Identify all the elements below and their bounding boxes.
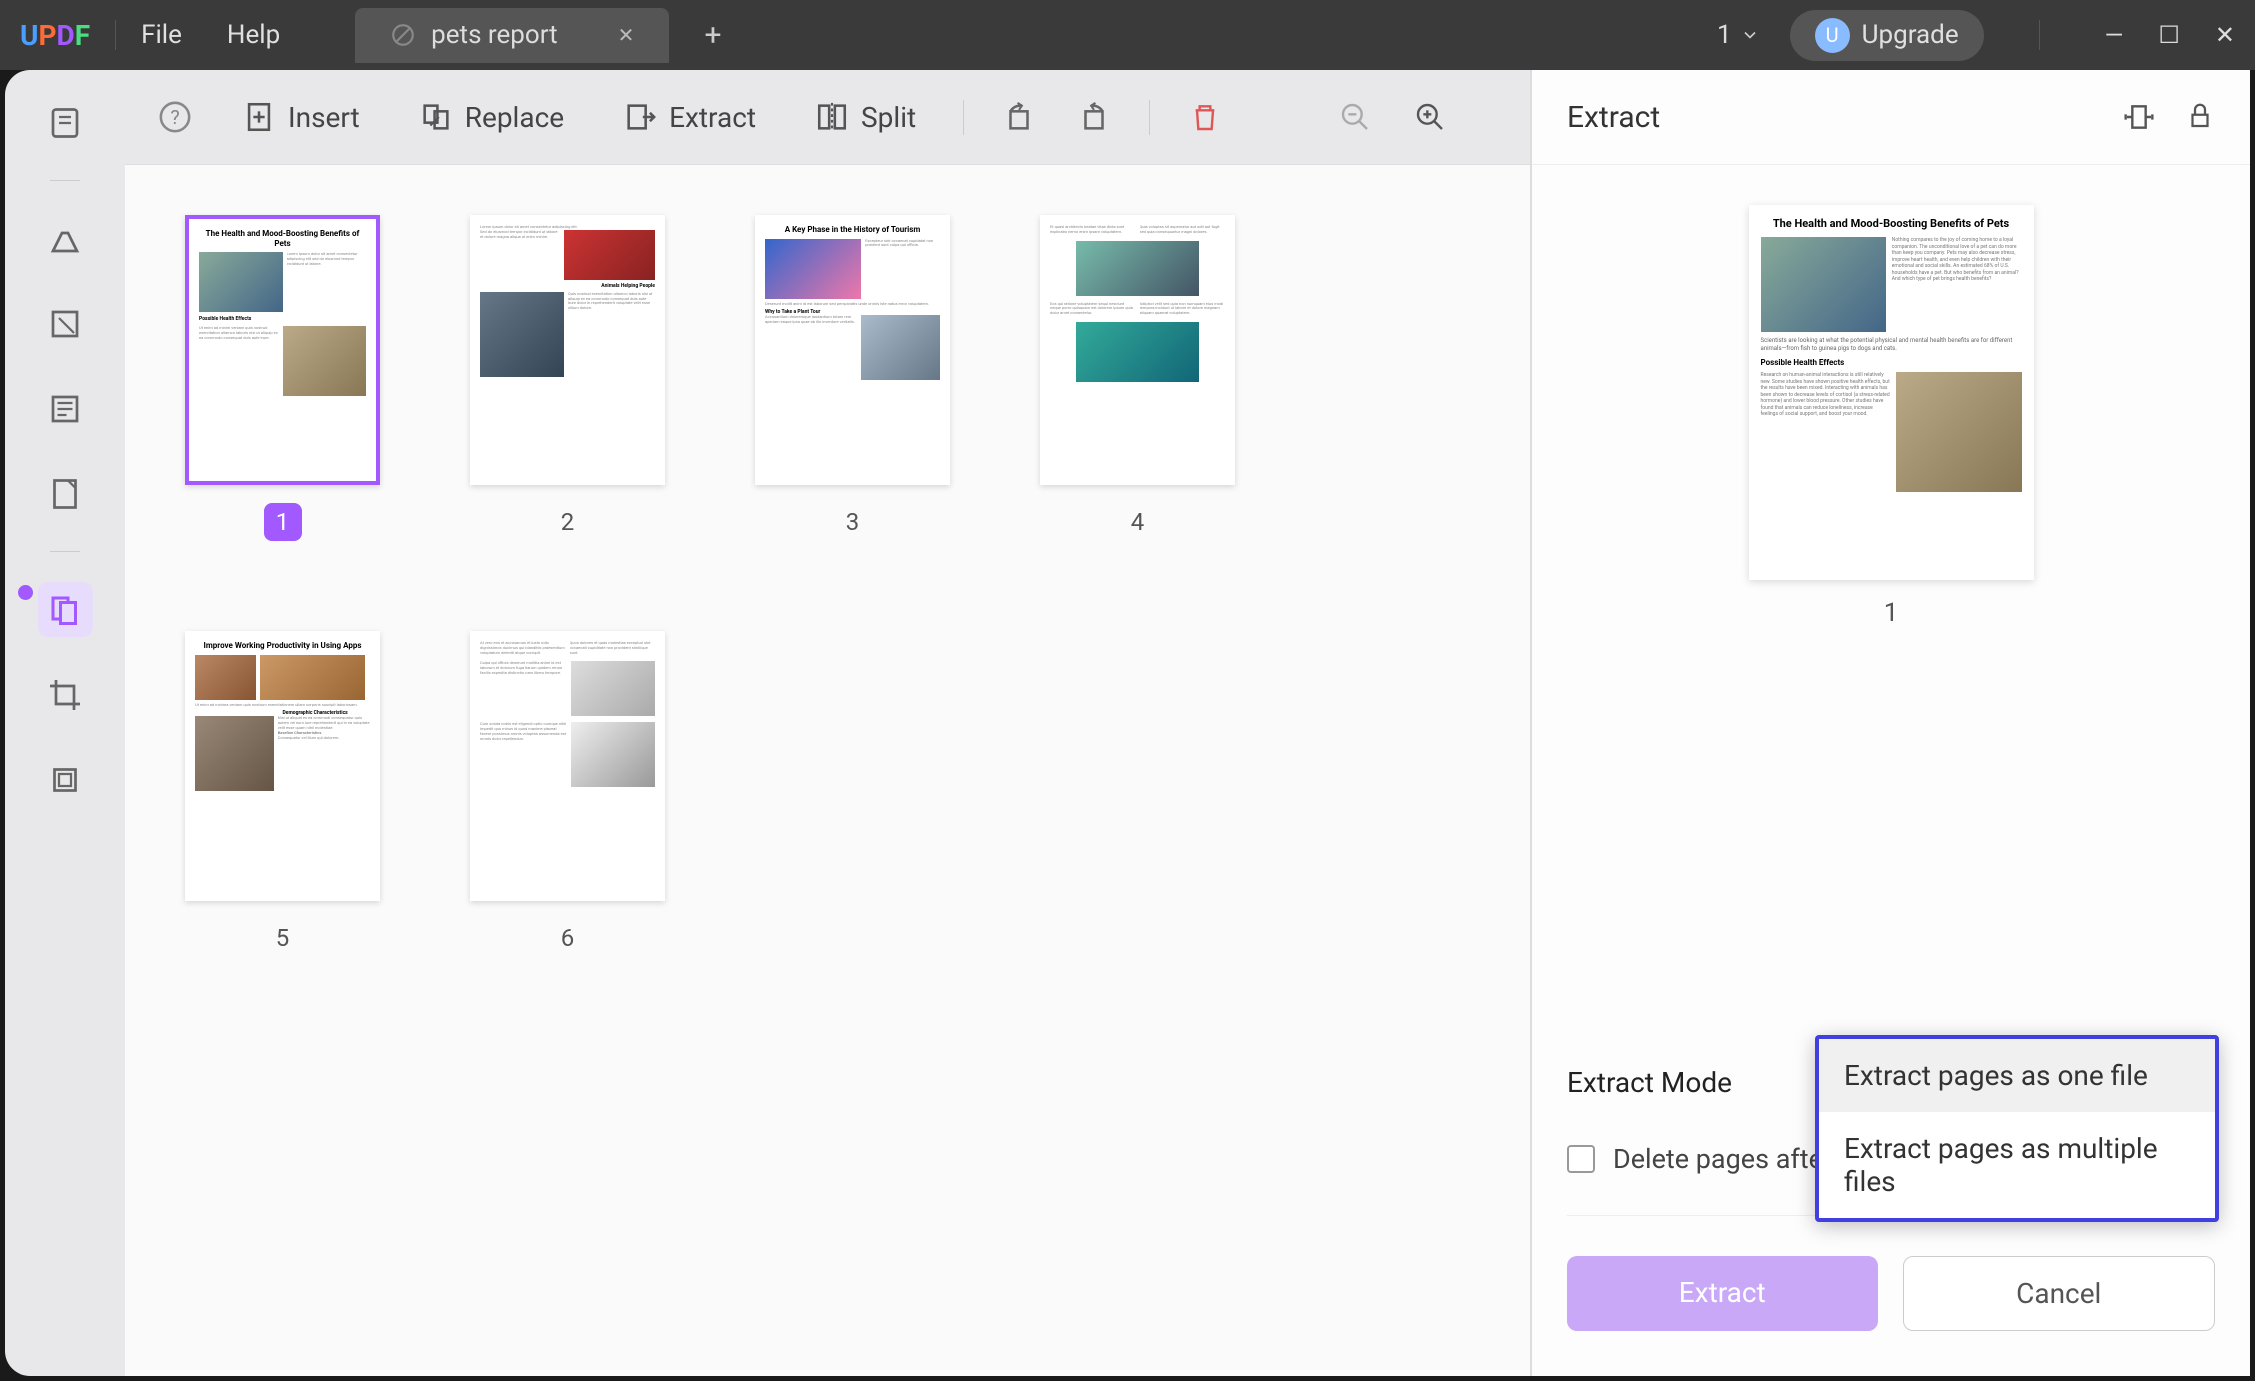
zoom-out-icon[interactable] (1335, 97, 1375, 137)
extract-label: Extract (669, 101, 756, 134)
rotate-left-icon[interactable] (999, 97, 1039, 137)
extract-mode-menu: Extract pages as one file Extract pages … (1815, 1035, 2219, 1222)
option-one-file[interactable]: Extract pages as one file (1819, 1039, 2215, 1112)
page-count-value: 1 (1717, 20, 1732, 50)
preview-page-num: 1 (1884, 598, 1899, 628)
page-count-selector[interactable]: 1 (1717, 20, 1760, 50)
preview-subtitle: Possible Health Effects (1761, 358, 2022, 368)
split-label: Split (861, 101, 916, 134)
svg-text:?: ? (170, 106, 179, 129)
tab-title: pets report (431, 20, 558, 50)
document-tab[interactable]: pets report ✕ (355, 8, 669, 63)
delete-after-checkbox[interactable] (1567, 1145, 1595, 1173)
delete-icon[interactable] (1185, 97, 1225, 137)
sidebar-highlighter-icon[interactable] (38, 211, 93, 266)
page-num-badge: 6 (549, 919, 587, 957)
sidebar-compress-icon[interactable] (38, 752, 93, 807)
extract-mode-label: Extract Mode (1567, 1066, 1732, 1099)
page-num-badge: 1 (264, 503, 302, 541)
zoom-in-icon[interactable] (1410, 97, 1450, 137)
insert-button[interactable]: Insert (230, 92, 372, 142)
rotate-right-icon[interactable] (1074, 97, 1114, 137)
menu-file[interactable]: File (141, 20, 182, 50)
sidebar-drag-handle[interactable] (18, 585, 33, 600)
page-thumb-6[interactable]: At vero eos et accusamus et iusto odio d… (470, 631, 665, 957)
sidebar-reader-icon[interactable] (38, 95, 93, 150)
page-thumb-3[interactable]: A Key Phase in the History of Tourism Ex… (755, 215, 950, 541)
option-multiple-files[interactable]: Extract pages as multiple files (1819, 1112, 2215, 1218)
new-tab-button[interactable]: + (704, 18, 721, 53)
page-thumb-5[interactable]: Improve Working Productivity in Using Ap… (185, 631, 380, 957)
replace-button[interactable]: Replace (407, 92, 576, 142)
extract-confirm-button[interactable]: Extract (1567, 1256, 1878, 1331)
minimize-icon[interactable]: — (2105, 21, 2124, 49)
page-num-badge: 5 (264, 919, 302, 957)
insert-label: Insert (288, 101, 360, 134)
help-icon[interactable]: ? (155, 97, 195, 137)
preview-page[interactable]: The Health and Mood-Boosting Benefits of… (1749, 205, 2034, 580)
page-thumb-2[interactable]: Lorem ipsum dolor sit amet consectetur a… (470, 215, 665, 541)
page-thumb-1[interactable]: The Health and Mood-Boosting Benefits of… (185, 215, 380, 541)
title-bar: UPDF File Help pets report ✕ + 1 U Upgra… (0, 0, 2255, 70)
split-button[interactable]: Split (803, 92, 928, 142)
toolbar: ? Insert Replace Extract Split (125, 70, 1530, 165)
panel-title: Extract (1567, 100, 1660, 135)
thumb-title: The Health and Mood-Boosting Benefits of… (199, 229, 366, 248)
chevron-down-icon (1740, 25, 1760, 45)
user-avatar: U (1815, 18, 1850, 53)
page-num-badge: 3 (834, 503, 872, 541)
sidebar-crop-icon[interactable] (38, 667, 93, 722)
page-num-badge: 4 (1119, 503, 1157, 541)
fit-width-icon[interactable] (2123, 101, 2155, 133)
sidebar-edit-page-icon[interactable] (38, 466, 93, 521)
tab-document-icon (390, 22, 416, 48)
app-logo: UPDF (20, 19, 90, 52)
sidebar-edit-text-icon[interactable] (38, 296, 93, 351)
tab-close-icon[interactable]: ✕ (618, 23, 635, 47)
menu-help[interactable]: Help (227, 20, 280, 50)
left-sidebar (5, 70, 125, 1376)
replace-label: Replace (465, 101, 564, 134)
maximize-icon[interactable]: ☐ (2158, 21, 2180, 49)
upgrade-label: Upgrade (1862, 20, 1959, 50)
sidebar-organize-pages-icon[interactable] (38, 582, 93, 637)
upgrade-button[interactable]: U Upgrade (1790, 10, 1984, 61)
cancel-button[interactable]: Cancel (1903, 1256, 2216, 1331)
pages-grid: The Health and Mood-Boosting Benefits of… (125, 165, 1530, 1376)
page-thumb-4[interactable]: Et quasi architecto beatae vitae dicta s… (1040, 215, 1235, 541)
sidebar-form-icon[interactable] (38, 381, 93, 436)
extract-button[interactable]: Extract (611, 92, 768, 142)
lock-icon[interactable] (2185, 101, 2215, 133)
page-num-badge: 2 (549, 503, 587, 541)
close-icon[interactable]: ✕ (2215, 21, 2235, 49)
preview-title: The Health and Mood-Boosting Benefits of… (1761, 217, 2022, 231)
